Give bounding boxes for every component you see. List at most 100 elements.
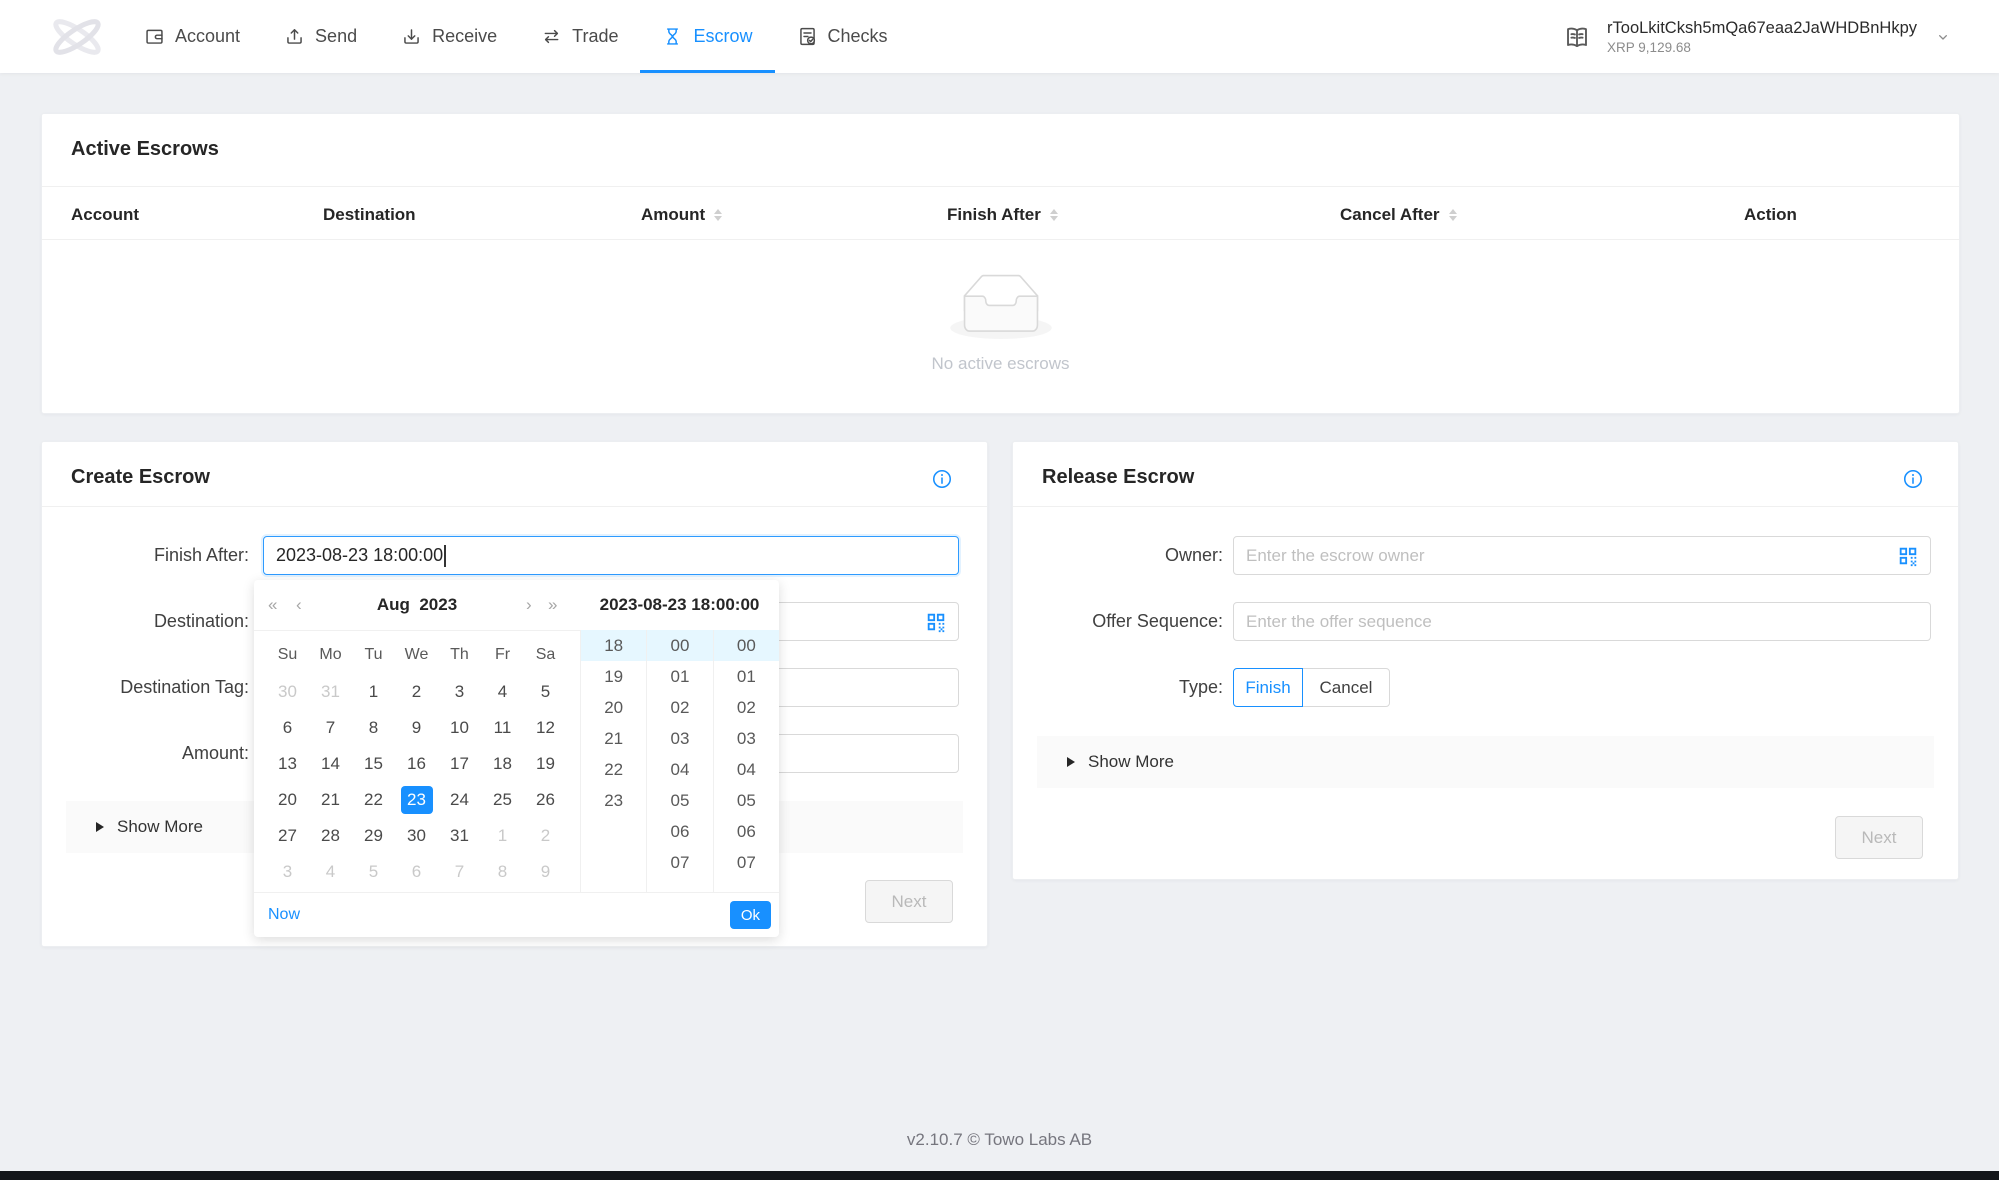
calendar-day[interactable]: 19 bbox=[524, 746, 567, 782]
calendar-day[interactable]: 7 bbox=[309, 710, 352, 746]
calendar-day[interactable]: 4 bbox=[481, 674, 524, 710]
calendar-day[interactable]: 27 bbox=[266, 818, 309, 854]
hour-cell[interactable]: 23 bbox=[581, 785, 646, 816]
second-cell[interactable]: 04 bbox=[714, 754, 779, 785]
nav-item-trade[interactable]: Trade bbox=[519, 0, 640, 73]
minute-cell[interactable]: 02 bbox=[647, 692, 712, 723]
minute-cell[interactable]: 01 bbox=[647, 661, 712, 692]
calendar-day[interactable]: 14 bbox=[309, 746, 352, 782]
calendar-day[interactable]: 3 bbox=[438, 674, 481, 710]
minute-cell[interactable]: 05 bbox=[647, 785, 712, 816]
type-cancel-button[interactable]: Cancel bbox=[1302, 668, 1390, 707]
show-more-toggle[interactable]: Show More bbox=[1037, 736, 1934, 788]
calendar-day[interactable]: 18 bbox=[481, 746, 524, 782]
app-logo-icon[interactable] bbox=[48, 8, 106, 66]
type-finish-button[interactable]: Finish bbox=[1233, 668, 1303, 707]
calendar-day[interactable]: 30 bbox=[395, 818, 438, 854]
qr-code-icon[interactable] bbox=[925, 611, 947, 633]
calendar-day[interactable]: 5 bbox=[524, 674, 567, 710]
calendar-day[interactable]: 6 bbox=[266, 710, 309, 746]
ok-button[interactable]: Ok bbox=[730, 901, 771, 929]
account-switcher[interactable]: rTooLkitCksh5mQa67eaa2JaWHDBnHkpy XRP 9,… bbox=[1563, 0, 1951, 73]
calendar-day[interactable]: 10 bbox=[438, 710, 481, 746]
calendar-day-selected[interactable]: 23 bbox=[395, 782, 438, 818]
calendar-day[interactable]: 13 bbox=[266, 746, 309, 782]
info-icon[interactable] bbox=[931, 468, 953, 490]
minute-cell[interactable]: 04 bbox=[647, 754, 712, 785]
create-next-button[interactable]: Next bbox=[865, 880, 953, 923]
qr-code-icon[interactable] bbox=[1897, 545, 1919, 567]
calendar-day[interactable]: 11 bbox=[481, 710, 524, 746]
month-select[interactable]: Aug bbox=[377, 595, 410, 614]
minute-cell-selected[interactable]: 00 bbox=[647, 630, 712, 661]
nav-item-checks[interactable]: Checks bbox=[775, 0, 910, 73]
owner-field[interactable] bbox=[1246, 546, 1918, 566]
second-cell-selected[interactable]: 00 bbox=[714, 630, 779, 661]
calendar-day[interactable]: 1 bbox=[481, 818, 524, 854]
calendar-day[interactable]: 15 bbox=[352, 746, 395, 782]
now-button[interactable]: Now bbox=[268, 893, 300, 937]
calendar-day[interactable]: 2 bbox=[395, 674, 438, 710]
calendar-day[interactable]: 4 bbox=[309, 854, 352, 890]
hour-cell-selected[interactable]: 18 bbox=[581, 630, 646, 661]
column-header-cancel-after[interactable]: Cancel After bbox=[1340, 200, 1457, 230]
nav-item-receive[interactable]: Receive bbox=[379, 0, 519, 73]
hour-cell[interactable]: 19 bbox=[581, 661, 646, 692]
calendar-day[interactable]: 25 bbox=[481, 782, 524, 818]
calendar-day[interactable]: 8 bbox=[352, 710, 395, 746]
calendar-day[interactable]: 1 bbox=[352, 674, 395, 710]
calendar-day[interactable]: 30 bbox=[266, 674, 309, 710]
offer-sequence-field[interactable] bbox=[1246, 612, 1918, 632]
calendar-day[interactable]: 31 bbox=[309, 674, 352, 710]
calendar-day[interactable]: 7 bbox=[438, 854, 481, 890]
release-next-button[interactable]: Next bbox=[1835, 816, 1923, 859]
offer-sequence-input[interactable] bbox=[1233, 602, 1931, 641]
info-icon[interactable] bbox=[1902, 468, 1924, 490]
calendar-day[interactable]: 6 bbox=[395, 854, 438, 890]
second-cell[interactable]: 07 bbox=[714, 847, 779, 878]
second-cell[interactable]: 01 bbox=[714, 661, 779, 692]
owner-input[interactable] bbox=[1233, 536, 1931, 575]
nav-item-escrow[interactable]: Escrow bbox=[640, 0, 774, 73]
calendar-day[interactable]: 29 bbox=[352, 818, 395, 854]
hour-cell[interactable]: 20 bbox=[581, 692, 646, 723]
hours-column: 181920212223 bbox=[580, 630, 646, 893]
minute-cell[interactable]: 03 bbox=[647, 723, 712, 754]
calendar-week-row: 20212223242526 bbox=[254, 782, 580, 818]
calendar-day[interactable]: 28 bbox=[309, 818, 352, 854]
calendar-day[interactable]: 12 bbox=[524, 710, 567, 746]
calendar-day[interactable]: 24 bbox=[438, 782, 481, 818]
calendar-day[interactable]: 3 bbox=[266, 854, 309, 890]
minute-cell[interactable]: 06 bbox=[647, 816, 712, 847]
show-more-label: Show More bbox=[1088, 752, 1174, 772]
finish-after-input[interactable]: 2023-08-23 18:00:00 bbox=[263, 536, 959, 575]
hour-cell[interactable]: 21 bbox=[581, 723, 646, 754]
nav-item-account[interactable]: Account bbox=[122, 0, 262, 73]
second-cell[interactable]: 05 bbox=[714, 785, 779, 816]
calendar-day[interactable]: 17 bbox=[438, 746, 481, 782]
calendar-day[interactable]: 21 bbox=[309, 782, 352, 818]
calendar-day[interactable]: 16 bbox=[395, 746, 438, 782]
calendar-day[interactable]: 9 bbox=[524, 854, 567, 890]
calendar-day[interactable]: 9 bbox=[395, 710, 438, 746]
calendar-day[interactable]: 31 bbox=[438, 818, 481, 854]
column-header-amount[interactable]: Amount bbox=[641, 200, 722, 230]
hour-cell[interactable]: 22 bbox=[581, 754, 646, 785]
year-select[interactable]: 2023 bbox=[419, 595, 457, 614]
calendar-day[interactable]: 2 bbox=[524, 818, 567, 854]
calendar-day[interactable]: 5 bbox=[352, 854, 395, 890]
caret-right-icon bbox=[96, 822, 104, 832]
next-month-button[interactable]: › bbox=[526, 580, 532, 630]
column-header-finish-after[interactable]: Finish After bbox=[947, 200, 1058, 230]
calendar-day[interactable]: 8 bbox=[481, 854, 524, 890]
next-year-button[interactable]: » bbox=[548, 580, 557, 630]
address-book-icon[interactable] bbox=[1563, 23, 1591, 51]
calendar-day[interactable]: 26 bbox=[524, 782, 567, 818]
second-cell[interactable]: 03 bbox=[714, 723, 779, 754]
calendar-day[interactable]: 20 bbox=[266, 782, 309, 818]
second-cell[interactable]: 02 bbox=[714, 692, 779, 723]
second-cell[interactable]: 06 bbox=[714, 816, 779, 847]
minute-cell[interactable]: 07 bbox=[647, 847, 712, 878]
nav-item-send[interactable]: Send bbox=[262, 0, 379, 73]
calendar-day[interactable]: 22 bbox=[352, 782, 395, 818]
